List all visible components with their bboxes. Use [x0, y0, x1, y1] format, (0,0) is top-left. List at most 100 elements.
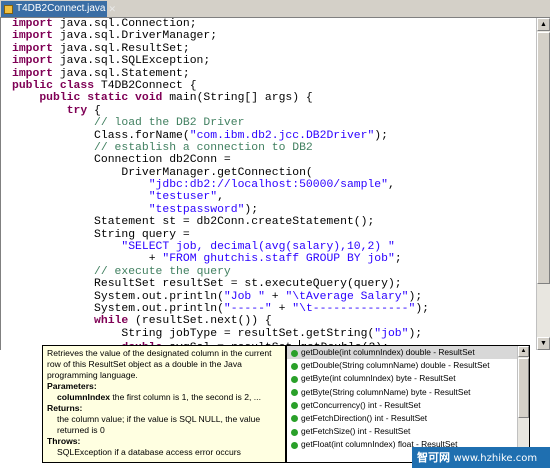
code-string: "Job ": [223, 290, 265, 303]
completion-label: getConcurrency() int - ResultSet: [301, 399, 421, 410]
public-method-icon: [291, 415, 298, 423]
javadoc-throws-heading: Throws:: [47, 436, 81, 446]
code-line[interactable]: try {: [12, 105, 429, 117]
java-file-icon: [4, 4, 13, 14]
completion-label: getByte(int columnIndex) byte - ResultSe…: [301, 373, 456, 384]
code-comment: // establish a connection to DB2: [94, 141, 313, 154]
code-token: System.out.println(: [12, 302, 224, 315]
scroll-down-icon[interactable]: ▼: [537, 337, 550, 350]
code-line[interactable]: import java.sql.DriverManager;: [12, 30, 429, 42]
code-line[interactable]: + "FROM ghutchis.staff GROUP BY job";: [12, 253, 429, 265]
code-token: +: [12, 253, 163, 266]
watermark-brand: 智可网: [417, 451, 450, 464]
javadoc-param-name: columnIndex: [57, 392, 111, 402]
editor-vertical-scrollbar[interactable]: ▲ ▼: [536, 18, 550, 350]
code-line[interactable]: ResultSet resultSet = st.executeQuery(qu…: [12, 278, 429, 290]
code-keyword: public class: [12, 79, 95, 92]
code-line[interactable]: "testpassword");: [12, 204, 429, 216]
code-line[interactable]: import java.sql.SQLException;: [12, 55, 429, 67]
code-token: Class.forName(: [12, 129, 190, 142]
public-method-icon: [291, 375, 298, 383]
code-keyword: import: [12, 55, 54, 68]
code-token: java.sql.Statement;: [53, 67, 190, 80]
code-keyword: try: [66, 104, 88, 117]
code-line[interactable]: while (resultSet.next()) {: [12, 315, 429, 327]
content-assist-list[interactable]: getDouble(int columnIndex) double - Resu…: [286, 345, 530, 463]
code-line[interactable]: System.out.println("Job " + "\tAverage S…: [12, 291, 429, 303]
scrollbar-thumb[interactable]: [537, 32, 550, 284]
code-keyword: import: [12, 42, 54, 55]
code-line[interactable]: // execute the query: [12, 266, 429, 278]
code-token: );: [244, 203, 259, 216]
code-line[interactable]: import java.sql.ResultSet;: [12, 43, 429, 55]
completion-item[interactable]: getConcurrency() int - ResultSet: [287, 399, 529, 412]
completion-label: getDouble(int columnIndex) double - Resu…: [301, 347, 475, 357]
completion-label: getByte(String columnName) byte - Result…: [301, 386, 471, 397]
code-string: "com.ibm.db2.jcc.DB2Driver": [189, 129, 375, 142]
watermark-url: www.hzhike.com: [453, 453, 538, 464]
completion-label: getFetchSize() int - ResultSet: [301, 426, 411, 437]
code-line[interactable]: "jdbc:db2://localhost:50000/sample",: [12, 179, 429, 191]
content-assist-scrollbar[interactable]: ▲: [517, 346, 529, 462]
code-comment: // execute the query: [94, 265, 231, 278]
code-token: Statement st = db2Conn.createStatement()…: [12, 216, 375, 229]
code-string: "testpassword": [148, 203, 245, 216]
completion-item[interactable]: getFetchDirection() int - ResultSet: [287, 412, 529, 425]
code-string: "-----": [223, 302, 272, 315]
code-line[interactable]: import java.sql.Connection;: [12, 18, 429, 30]
completion-item[interactable]: getFetchSize() int - ResultSet: [287, 425, 529, 438]
javadoc-param-desc: the first column is 1, the second is 2, …: [110, 392, 261, 402]
code-line[interactable]: "testuser",: [12, 191, 429, 203]
code-line[interactable]: import java.sql.Statement;: [12, 68, 429, 80]
scrollbar-thumb[interactable]: [518, 358, 529, 418]
public-method-icon: [291, 389, 298, 397]
completion-item[interactable]: getByte(String columnName) byte - Result…: [287, 386, 529, 399]
code-string: "jdbc:db2://localhost:50000/sample": [148, 179, 388, 192]
code-line[interactable]: public class T4DB2Connect {: [12, 80, 429, 92]
scroll-up-icon[interactable]: ▲: [537, 18, 550, 31]
code-line[interactable]: // load the DB2 Driver: [12, 117, 429, 129]
completion-item[interactable]: getDouble(int columnIndex) double - Resu…: [287, 346, 529, 360]
completion-item[interactable]: getDouble(String columnName) double - Re…: [287, 359, 529, 372]
code-keyword: import: [12, 18, 54, 30]
code-editor[interactable]: import java.sql.Connection; import java.s…: [0, 18, 537, 354]
code-line[interactable]: System.out.println("-----" + "\t--------…: [12, 303, 429, 315]
code-token: ;: [394, 253, 402, 266]
code-line[interactable]: public static void main(String[] args) {: [12, 92, 429, 104]
public-method-icon: [291, 349, 298, 357]
close-icon[interactable]: ✕: [109, 4, 117, 14]
code-line[interactable]: Connection db2Conn =: [12, 154, 429, 166]
code-line[interactable]: Statement st = db2Conn.createStatement()…: [12, 216, 429, 228]
code-line[interactable]: Class.forName("com.ibm.db2.jcc.DB2Driver…: [12, 130, 429, 142]
code-string: "testuser": [148, 191, 218, 204]
tab-t4db2connect[interactable]: T4DB2Connect.java ✕: [1, 1, 116, 17]
code-token: (resultSet.next()) {: [128, 315, 272, 328]
code-token: );: [415, 302, 429, 315]
content-assist-items: getDouble(int columnIndex) double - Resu…: [287, 346, 529, 452]
code-line[interactable]: "SELECT job, decimal(avg(salary),10,2) ": [12, 241, 429, 253]
completion-item[interactable]: getByte(int columnIndex) byte - ResultSe…: [287, 372, 529, 385]
code-line[interactable]: DriverManager.getConnection(: [12, 167, 429, 179]
javadoc-returns-desc: the column value; if the value is SQL NU…: [57, 414, 261, 435]
code-token: java.sql.SQLException;: [53, 55, 211, 68]
code-line[interactable]: String jobType = resultSet.getString("jo…: [12, 328, 429, 340]
code-token: {: [87, 104, 101, 117]
public-method-icon: [291, 441, 298, 449]
javadoc-returns-heading: Returns:: [47, 403, 83, 413]
site-watermark: 智可网 www.hzhike.com: [412, 447, 550, 468]
scroll-up-icon[interactable]: ▲: [518, 346, 529, 357]
code-comment: // load the DB2 Driver: [94, 117, 245, 130]
code-line[interactable]: // establish a connection to DB2: [12, 142, 429, 154]
completion-label: getFetchDirection() int - ResultSet: [301, 412, 428, 423]
source-code[interactable]: import java.sql.Connection; import java.s…: [12, 18, 429, 354]
code-line[interactable]: String query =: [12, 229, 429, 241]
code-token: main(String[] args) {: [162, 92, 313, 105]
code-token: );: [408, 290, 423, 303]
